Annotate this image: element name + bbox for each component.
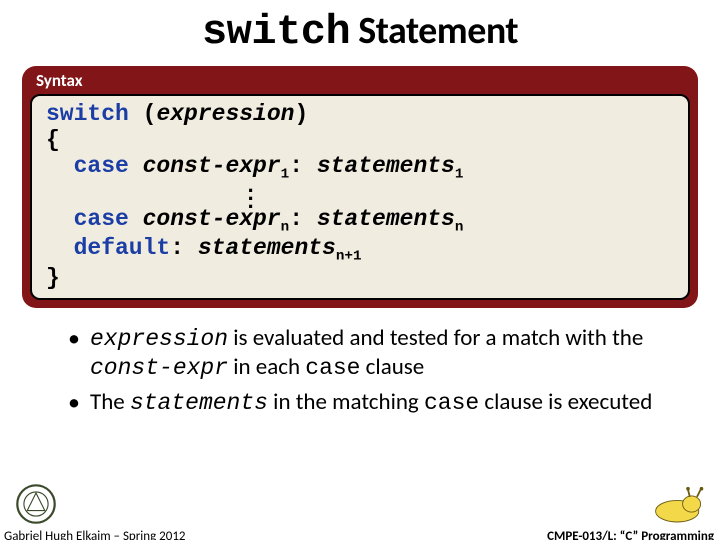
- code-line-6: default: statementsn+1: [46, 236, 674, 266]
- code-line-2: {: [46, 128, 674, 154]
- title-keyword: switch: [202, 8, 350, 56]
- footer-left: Gabriel Hugh Elkaim – Spring 2012: [4, 529, 186, 540]
- code-ellipsis: . . .: [46, 183, 674, 207]
- footer-right: CMPE-013/L: “C” Programming: [547, 529, 714, 540]
- syntax-label: Syntax: [30, 70, 690, 94]
- bullet-list: expression is evaluated and tested for a…: [68, 324, 670, 417]
- slide: switch Statement Syntax switch (expressi…: [0, 8, 720, 540]
- bullet-2: The statements in the matching case clau…: [68, 388, 670, 417]
- title-rest: Statement: [350, 8, 518, 54]
- code-line-7: }: [46, 266, 674, 292]
- syntax-block: Syntax switch (expression) { case const-…: [22, 66, 698, 308]
- code-line-3: case const-expr1: statements1: [46, 154, 674, 184]
- code-line-5: case const-exprn: statementsn: [46, 207, 674, 237]
- code-line-1: switch (expression): [46, 102, 674, 128]
- slide-title: switch Statement: [0, 8, 720, 56]
- slug-mascot-icon: [652, 482, 706, 526]
- ucsc-seal-icon: [14, 482, 58, 526]
- bullet-1: expression is evaluated and tested for a…: [68, 324, 670, 382]
- code-box: switch (expression) { case const-expr1: …: [30, 94, 690, 300]
